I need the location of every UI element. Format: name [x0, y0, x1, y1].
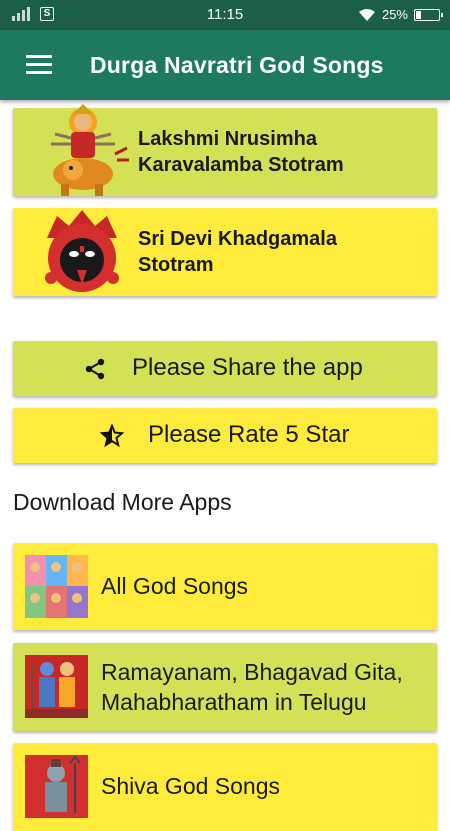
- page-title: Durga Navratri God Songs: [90, 52, 384, 78]
- god-collage-image: [25, 555, 88, 618]
- more-app-title: All God Songs: [101, 573, 249, 599]
- star-icon: [100, 424, 124, 448]
- share-label: Please Share the app: [132, 354, 363, 381]
- battery-percent: 25%: [381, 7, 408, 22]
- song-title-line1: Lakshmi Nrusimha: [138, 128, 317, 150]
- menu-icon[interactable]: [26, 55, 52, 75]
- more-app-all-god-songs[interactable]: All God Songs: [13, 543, 437, 630]
- status-bar: S 11:15 25%: [0, 0, 450, 30]
- more-app-ramayanam[interactable]: Ramayanam, Bhagavad Gita, Mahabharatham …: [13, 643, 437, 731]
- battery-icon: [414, 8, 443, 21]
- rama-image: [25, 655, 88, 718]
- song-card-khadgamala[interactable]: Sri Devi Khadgamala Stotram: [13, 208, 437, 296]
- song-title-line2: Karavalamba Stotram: [138, 154, 344, 176]
- goddess-on-lion-image: [51, 104, 129, 196]
- more-app-title-line1: Ramayanam, Bhagavad Gita,: [101, 659, 403, 685]
- app-bar: Durga Navratri God Songs: [0, 30, 450, 100]
- more-app-title: Shiva God Songs: [101, 773, 281, 799]
- rate-app-button[interactable]: Please Rate 5 Star: [13, 408, 437, 463]
- song-card-lakshmi-nrusimha[interactable]: Lakshmi Nrusimha Karavalamba Stotram: [13, 104, 437, 196]
- more-apps-heading: Download More Apps: [13, 489, 232, 515]
- wifi-icon: [358, 8, 375, 21]
- shiva-image: [25, 755, 88, 818]
- more-app-shiva-god-songs[interactable]: Shiva God Songs: [13, 743, 437, 831]
- more-app-title-line2: Mahabharatham in Telugu: [101, 689, 367, 715]
- kali-face-image: [45, 210, 119, 292]
- main-content: Lakshmi Nrusimha Karavalamba Stotram Sri…: [0, 100, 450, 831]
- rate-label: Please Rate 5 Star: [148, 421, 350, 448]
- song-title-line2: Stotram: [138, 254, 214, 276]
- share-app-button[interactable]: Please Share the app: [13, 341, 437, 396]
- share-icon: [85, 358, 105, 380]
- song-title-line1: Sri Devi Khadgamala: [138, 228, 337, 250]
